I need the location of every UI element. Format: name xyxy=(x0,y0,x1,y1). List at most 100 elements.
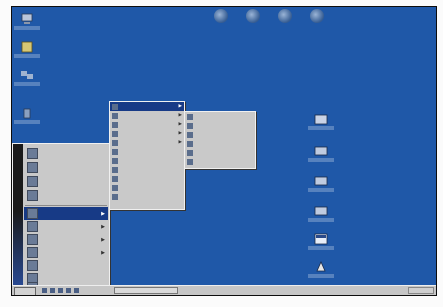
programs-submenu: ▶ ▶ ▶ ▶ ▶ xyxy=(109,101,185,210)
app-icon xyxy=(27,190,38,201)
documents-icon[interactable] xyxy=(14,41,40,58)
nested-submenu xyxy=(184,111,256,169)
app-icon-3[interactable] xyxy=(278,9,292,23)
shortcut-icon-5[interactable] xyxy=(308,233,334,250)
app-icon xyxy=(187,149,193,156)
quick-launch-icon[interactable] xyxy=(66,288,71,293)
submenu-arrow-icon: ▶ xyxy=(101,210,105,217)
submenu-item[interactable] xyxy=(185,148,255,157)
folder-icon xyxy=(112,121,118,128)
app-icon xyxy=(112,148,118,155)
folder-icon xyxy=(112,139,118,146)
submenu-item[interactable] xyxy=(110,183,184,192)
submenu-item[interactable] xyxy=(185,139,255,148)
pinned-item[interactable] xyxy=(24,161,108,174)
quick-launch-icon[interactable] xyxy=(74,288,79,293)
shortcut-icon-6[interactable] xyxy=(308,261,334,278)
app-icon xyxy=(112,175,118,182)
submenu-item[interactable] xyxy=(185,157,255,166)
submenu-item[interactable]: ▶ xyxy=(110,138,184,147)
menu-item-help[interactable] xyxy=(24,259,108,272)
app-icon xyxy=(27,162,38,173)
quick-launch-icon[interactable] xyxy=(42,288,47,293)
folder-icon xyxy=(112,103,118,110)
app-icon xyxy=(112,184,118,191)
menu-item-settings[interactable]: ▶ xyxy=(24,233,108,246)
help-icon xyxy=(27,260,38,271)
computer-icon[interactable] xyxy=(14,13,40,30)
app-icon xyxy=(112,193,118,200)
desktop: ▶ ▶ ▶ ▶ ▶ ▶ ▶ ▶ ▶ xyxy=(11,6,437,296)
pinned-item[interactable] xyxy=(24,189,108,202)
app-icon-2[interactable] xyxy=(246,9,260,23)
programs-icon xyxy=(27,208,38,219)
pinned-item[interactable] xyxy=(24,175,108,188)
app-icon xyxy=(112,166,118,173)
app-icon xyxy=(187,122,193,129)
menu-item-documents[interactable]: ▶ xyxy=(24,220,108,233)
app-icon-1[interactable] xyxy=(214,9,228,23)
shortcut-icon-1[interactable] xyxy=(308,113,334,130)
submenu-item[interactable] xyxy=(110,156,184,165)
menu-separator xyxy=(25,205,107,206)
app-icon-4[interactable] xyxy=(310,9,324,23)
system-tray xyxy=(408,287,434,294)
submenu-item[interactable] xyxy=(110,165,184,174)
icon-label xyxy=(14,120,40,124)
submenu-arrow-icon: ▶ xyxy=(178,122,182,127)
app-icon xyxy=(187,131,193,138)
icon-label xyxy=(14,54,40,58)
submenu-item[interactable]: ▶ xyxy=(110,129,184,138)
screen: ▶ ▶ ▶ ▶ ▶ ▶ ▶ ▶ ▶ xyxy=(0,0,443,307)
submenu-arrow-icon: ▶ xyxy=(101,223,105,230)
quick-launch-icon[interactable] xyxy=(58,288,63,293)
submenu-item[interactable] xyxy=(110,147,184,156)
settings-icon xyxy=(27,234,38,245)
menu-item-search[interactable]: ▶ xyxy=(24,246,108,259)
icon-label xyxy=(308,246,334,250)
icon-label xyxy=(308,218,334,222)
menu-item-programs[interactable]: ▶ xyxy=(24,207,108,220)
start-menu: ▶ ▶ ▶ ▶ xyxy=(12,143,110,295)
quick-launch-icon[interactable] xyxy=(50,288,55,293)
taskbar xyxy=(12,285,436,295)
submenu-arrow-icon: ▶ xyxy=(178,113,182,118)
pinned-item[interactable] xyxy=(24,147,108,160)
recycle-icon[interactable] xyxy=(14,107,40,124)
submenu-item[interactable] xyxy=(185,130,255,139)
folder-icon xyxy=(112,130,118,137)
submenu-arrow-icon: ▶ xyxy=(178,104,182,109)
submenu-item[interactable]: ▶ xyxy=(110,102,184,111)
shortcut-icon-3[interactable] xyxy=(308,175,334,192)
submenu-item[interactable]: ▶ xyxy=(110,120,184,129)
network-icon[interactable] xyxy=(14,69,40,86)
submenu-item[interactable] xyxy=(185,121,255,130)
search-icon xyxy=(27,247,38,258)
shortcut-icon-4[interactable] xyxy=(308,205,334,222)
submenu-item[interactable] xyxy=(185,112,255,121)
app-icon xyxy=(187,140,193,147)
folder-icon xyxy=(112,112,118,119)
app-icon xyxy=(27,176,38,187)
submenu-arrow-icon: ▶ xyxy=(101,236,105,243)
app-icon xyxy=(187,158,193,165)
icon-label xyxy=(308,188,334,192)
shortcut-icon-2[interactable] xyxy=(308,145,334,162)
start-button[interactable] xyxy=(14,287,36,295)
folder-icon xyxy=(27,148,38,159)
submenu-item[interactable] xyxy=(110,192,184,201)
app-icon xyxy=(187,113,193,120)
icon-label xyxy=(14,82,40,86)
submenu-arrow-icon: ▶ xyxy=(178,140,182,145)
taskbar-window-button[interactable] xyxy=(114,287,178,294)
app-icon xyxy=(112,157,118,164)
icon-label xyxy=(14,26,40,30)
submenu-arrow-icon: ▶ xyxy=(101,249,105,256)
submenu-arrow-icon: ▶ xyxy=(178,131,182,136)
submenu-item[interactable]: ▶ xyxy=(110,111,184,120)
submenu-item[interactable] xyxy=(110,174,184,183)
icon-label xyxy=(308,126,334,130)
icon-label xyxy=(308,158,334,162)
documents-icon xyxy=(27,221,38,232)
start-menu-sidebar xyxy=(13,144,23,294)
